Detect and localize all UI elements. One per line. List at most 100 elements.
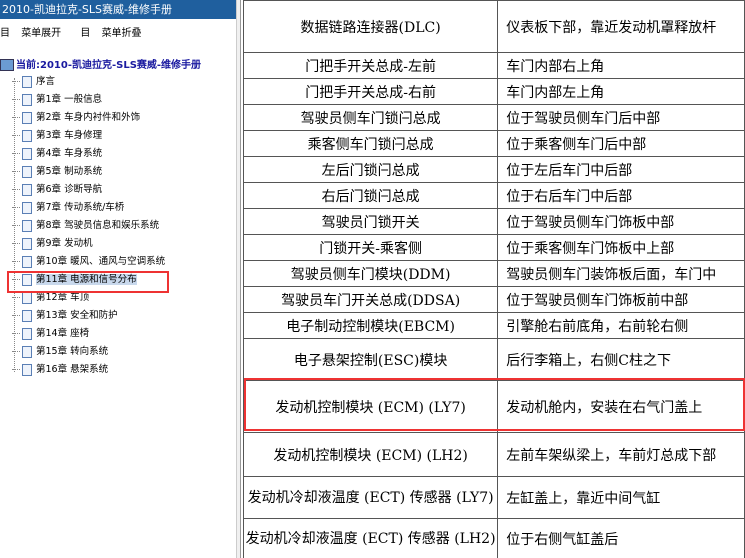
expand-menu-button[interactable]: 目 菜单展开 [0, 28, 69, 39]
document-icon [22, 165, 32, 178]
component-cell: 右后门锁闩总成 [242, 182, 499, 209]
tree-item-label: 第3章 车身修理 [36, 130, 103, 141]
tree-toolbar: 目 菜单展开 目 菜单折叠 [0, 24, 158, 40]
component-cell: 驾驶员侧车门模块(DDM) [242, 260, 499, 287]
row-highlight-box [244, 378, 745, 431]
location-cell: 后行李箱上，右侧C柱之下 [497, 338, 745, 381]
component-cell: 发动机冷却液温度 (ECT) 传感器 (LY7) [242, 476, 499, 519]
component-cell: 发动机控制模块 (ECM) (LH2) [242, 432, 499, 477]
table-row: 右后门锁闩总成 位于右后车门中后部 [242, 182, 745, 209]
tree-item[interactable]: 第1章 一般信息 [12, 92, 102, 108]
location-cell: 仪表板下部，靠近发动机罩释放杆 [497, 0, 745, 53]
table-row: 门把手开关总成-左前 车门内部右上角 [242, 52, 745, 79]
tree-item-label: 第4章 车身系统 [36, 148, 103, 159]
location-cell: 驾驶员侧车门装饰板后面，车门中 [497, 260, 745, 287]
tree-connector [12, 207, 20, 208]
tree-item-label: 第14章 座椅 [36, 328, 90, 339]
component-cell: 数据链路连接器(DLC) [242, 0, 499, 53]
document-icon [22, 291, 32, 304]
document-icon [22, 93, 32, 106]
component-cell: 左后门锁闩总成 [242, 156, 499, 183]
table-row: 驾驶员门锁开关 位于驾驶员侧车门饰板中部 [242, 208, 745, 235]
tree-connector [12, 369, 20, 370]
location-cell: 位于乘客侧车门后中部 [497, 130, 745, 157]
location-cell: 车门内部左上角 [497, 78, 745, 105]
document-icon [22, 363, 32, 376]
tree-item[interactable]: 第5章 制动系统 [12, 164, 102, 180]
table-row: 驾驶员侧车门锁闩总成 位于驾驶员侧车门后中部 [242, 104, 745, 131]
component-cell: 发动机冷却液温度 (ECT) 传感器 (LH2) [242, 518, 499, 558]
component-cell: 门把手开关总成-左前 [242, 52, 499, 79]
location-cell: 位于乘客侧车门饰板中上部 [497, 234, 745, 261]
component-cell: 驾驶员侧车门锁闩总成 [242, 104, 499, 131]
tree-item[interactable]: 第2章 车身内衬件和外饰 [12, 110, 140, 126]
location-cell: 引擎舱右前底角，右前轮右侧 [497, 312, 745, 339]
table-row: 数据链路连接器(DLC) 仪表板下部，靠近发动机罩释放杆 [242, 0, 745, 53]
location-cell: 位于右侧气缸盖后 [497, 518, 745, 558]
component-cell: 电子制动控制模块(EBCM) [242, 312, 499, 339]
tree-item-label: 第9章 发动机 [36, 238, 93, 249]
tree-item[interactable]: 序言 [12, 74, 55, 90]
tree-item[interactable]: 第3章 车身修理 [12, 128, 102, 144]
location-cell: 位于驾驶员侧车门饰板中部 [497, 208, 745, 235]
tree-item[interactable]: 第13章 安全和防护 [12, 308, 118, 324]
document-icon [22, 345, 32, 358]
table-row: 门锁开关-乘客侧 位于乘客侧车门饰板中上部 [242, 234, 745, 261]
document-icon [22, 255, 32, 268]
tree-item[interactable]: 第14章 座椅 [12, 326, 89, 342]
tree-item[interactable]: 第15章 转向系统 [12, 344, 108, 360]
tree-item[interactable]: 第7章 传动系统/车桥 [12, 200, 124, 216]
tree-connector [12, 351, 20, 352]
document-icon [22, 129, 32, 142]
document-icon [22, 219, 32, 232]
document-icon [22, 201, 32, 214]
tree-item-label: 序言 [36, 76, 56, 87]
tree-item-label: 第1章 一般信息 [36, 94, 103, 105]
tree-connector [12, 297, 20, 298]
tree-item[interactable]: 第6章 诊断导航 [12, 182, 102, 198]
tree-connector [12, 135, 20, 136]
component-location-table: 数据链路连接器(DLC) 仪表板下部，靠近发动机罩释放杆 门把手开关总成-左前 车门内… [242, 0, 745, 558]
tree-item-label: 第6章 诊断导航 [36, 184, 103, 195]
tree-connector [12, 333, 20, 334]
tree-item[interactable]: 第8章 驾驶员信息和娱乐系统 [12, 218, 159, 234]
tree-connector [12, 189, 20, 190]
collapse-icon: 目 [80, 28, 91, 39]
content-pane: 数据链路连接器(DLC) 仪表板下部，靠近发动机罩释放杆 门把手开关总成-左前 车门内… [241, 0, 745, 558]
location-cell: 位于驾驶员侧车门后中部 [497, 104, 745, 131]
table-row: 发动机冷却液温度 (ECT) 传感器 (LY7) 左缸盖上，靠近中间气缸 [242, 476, 745, 519]
tree-connector [12, 243, 20, 244]
tree-item[interactable]: 第9章 发动机 [12, 236, 93, 252]
tree-connector [12, 171, 20, 172]
window-title: 2010-凯迪拉克-SLS赛威-维修手册 [0, 0, 236, 19]
location-cell: 左前车架纵梁上，车前灯总成下部 [497, 432, 745, 477]
current-manual-node[interactable]: 当前:2010-凯迪拉克-SLS赛威-维修手册 [0, 56, 201, 72]
tree-item[interactable]: 第4章 车身系统 [12, 146, 102, 162]
tree-connector [12, 153, 20, 154]
table-row: 左后门锁闩总成 位于左后车门中后部 [242, 156, 745, 183]
tree-connector [12, 315, 20, 316]
tree-connector [12, 261, 20, 262]
tree-connector [12, 81, 20, 82]
document-icon [22, 237, 32, 250]
tree-item[interactable]: 第16章 悬架系统 [12, 362, 108, 378]
table-row: 电子悬架控制(ESC)模块 后行李箱上，右侧C柱之下 [242, 338, 745, 381]
collapse-menu-button[interactable]: 目 菜单折叠 [80, 28, 149, 39]
location-cell: 位于左后车门中后部 [497, 156, 745, 183]
component-cell: 驾驶员门锁开关 [242, 208, 499, 235]
table-row: 门把手开关总成-右前 车门内部左上角 [242, 78, 745, 105]
table-row: 发动机冷却液温度 (ECT) 传感器 (LH2) 位于右侧气缸盖后 [242, 518, 745, 558]
document-icon [22, 111, 32, 124]
location-cell: 左缸盖上，靠近中间气缸 [497, 476, 745, 519]
table-row: 驾驶员车门开关总成(DDSA) 位于驾驶员侧车门饰板前中部 [242, 286, 745, 313]
document-icon [22, 75, 32, 88]
document-icon [22, 183, 32, 196]
document-icon [22, 327, 32, 340]
location-cell: 位于右后车门中后部 [497, 182, 745, 209]
tree-connector [12, 99, 20, 100]
tree-item-label: 第8章 驾驶员信息和娱乐系统 [36, 220, 160, 231]
component-cell: 电子悬架控制(ESC)模块 [242, 338, 499, 381]
tree-item[interactable]: 第10章 暖风、通风与空调系统 [12, 254, 165, 270]
table-row: 电子制动控制模块(EBCM) 引擎舱右前底角，右前轮右侧 [242, 312, 745, 339]
tree-item-label: 第10章 暖风、通风与空调系统 [36, 256, 166, 267]
